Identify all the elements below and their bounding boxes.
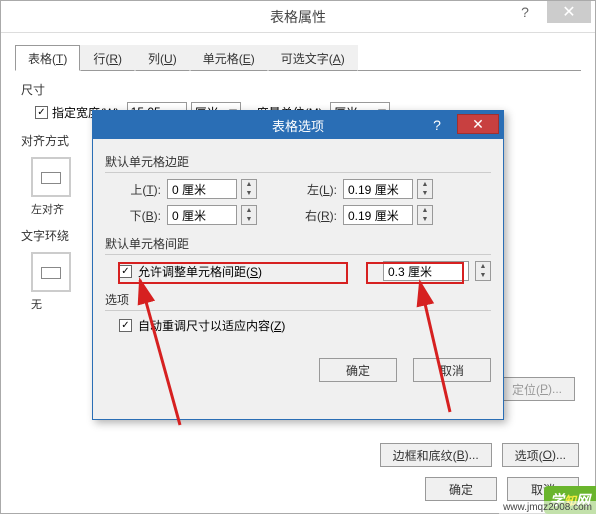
left-margin-input[interactable]: 0.19 厘米: [343, 179, 413, 199]
tab-row[interactable]: 行(R): [80, 45, 135, 71]
top-label: 上(T):: [115, 181, 163, 198]
close-button[interactable]: ✕: [547, 1, 591, 23]
top-margin-input[interactable]: 0 厘米: [167, 179, 237, 199]
size-label: 尺寸: [21, 81, 575, 98]
help-button[interactable]: ?: [503, 1, 547, 23]
sub-footer: 确定 取消: [105, 358, 491, 382]
divider: [105, 172, 491, 173]
top-spinner[interactable]: ▲▼: [241, 179, 257, 199]
cell-spacing-input[interactable]: 0.3 厘米: [383, 261, 469, 281]
sub-help-button[interactable]: ?: [423, 111, 451, 139]
tab-table[interactable]: 表格(T): [15, 45, 80, 71]
bottom-label: 下(B):: [115, 207, 163, 224]
table-options-dialog: 表格选项 ? ✕ 默认单元格边距 上(T): 0 厘米 ▲▼ 左(L): 0.1…: [92, 110, 504, 420]
tab-alt-text[interactable]: 可选文字(A): [268, 45, 358, 71]
left-spinner[interactable]: ▲▼: [417, 179, 433, 199]
options-section-label: 选项: [105, 291, 491, 308]
right-margin-input[interactable]: 0.19 厘米: [343, 205, 413, 225]
sub-titlebar: 表格选项 ? ✕: [93, 111, 503, 139]
tab-cell[interactable]: 单元格(E): [190, 45, 268, 71]
positioning-button: 定位(P)...: [499, 377, 575, 401]
spacing-spinner[interactable]: ▲▼: [475, 261, 491, 281]
sub-close-button[interactable]: ✕: [457, 114, 499, 134]
align-left-label: 左对齐: [31, 201, 71, 217]
sub-body: 默认单元格边距 上(T): 0 厘米 ▲▼ 左(L): 0.19 厘米 ▲▼ 下…: [93, 139, 503, 392]
tabs: 表格(T) 行(R) 列(U) 单元格(E) 可选文字(A): [15, 45, 581, 71]
sub-title: 表格选项: [272, 116, 324, 135]
sub-ok-button[interactable]: 确定: [319, 358, 397, 382]
margins-grid: 上(T): 0 厘米 ▲▼ 左(L): 0.19 厘米 ▲▼ 下(B): 0 厘…: [115, 179, 491, 225]
divider3: [105, 310, 491, 311]
allow-cell-spacing-label: 允许调整单元格间距(S): [138, 263, 262, 280]
main-titlebar: 表格属性 ? ✕: [1, 1, 595, 33]
autofit-checkbox[interactable]: [119, 319, 132, 332]
wrap-none-label: 无: [31, 296, 71, 312]
autofit-label: 自动重调尺寸以适应内容(Z): [138, 317, 285, 334]
main-ok-button[interactable]: 确定: [425, 477, 497, 501]
main-title: 表格属性: [270, 7, 326, 27]
specify-width-checkbox[interactable]: [35, 106, 48, 119]
borders-shading-button[interactable]: 边框和底纹(B)...: [380, 443, 492, 467]
bottom-spinner[interactable]: ▲▼: [241, 205, 257, 225]
options-button[interactable]: 选项(O)...: [502, 443, 579, 467]
wrap-none-icon[interactable]: [31, 252, 71, 292]
align-left-icon[interactable]: [31, 157, 71, 197]
allow-spacing-row: 允许调整单元格间距(S) 0.3 厘米 ▲▼: [119, 261, 491, 281]
main-footer-row1: 边框和底纹(B)... 选项(O)...: [380, 443, 579, 467]
watermark-url: www.jmqz2008.com: [499, 501, 596, 514]
autofit-row: 自动重调尺寸以适应内容(Z): [119, 317, 491, 334]
margins-section-label: 默认单元格边距: [105, 153, 491, 170]
spacing-section-label: 默认单元格间距: [105, 235, 491, 252]
bottom-margin-input[interactable]: 0 厘米: [167, 205, 237, 225]
right-spinner[interactable]: ▲▼: [417, 205, 433, 225]
divider2: [105, 254, 491, 255]
allow-cell-spacing-checkbox[interactable]: [119, 265, 132, 278]
tab-column[interactable]: 列(U): [135, 45, 190, 71]
left-label: 左(L):: [291, 181, 339, 198]
right-label: 右(R):: [291, 207, 339, 224]
sub-cancel-button[interactable]: 取消: [413, 358, 491, 382]
